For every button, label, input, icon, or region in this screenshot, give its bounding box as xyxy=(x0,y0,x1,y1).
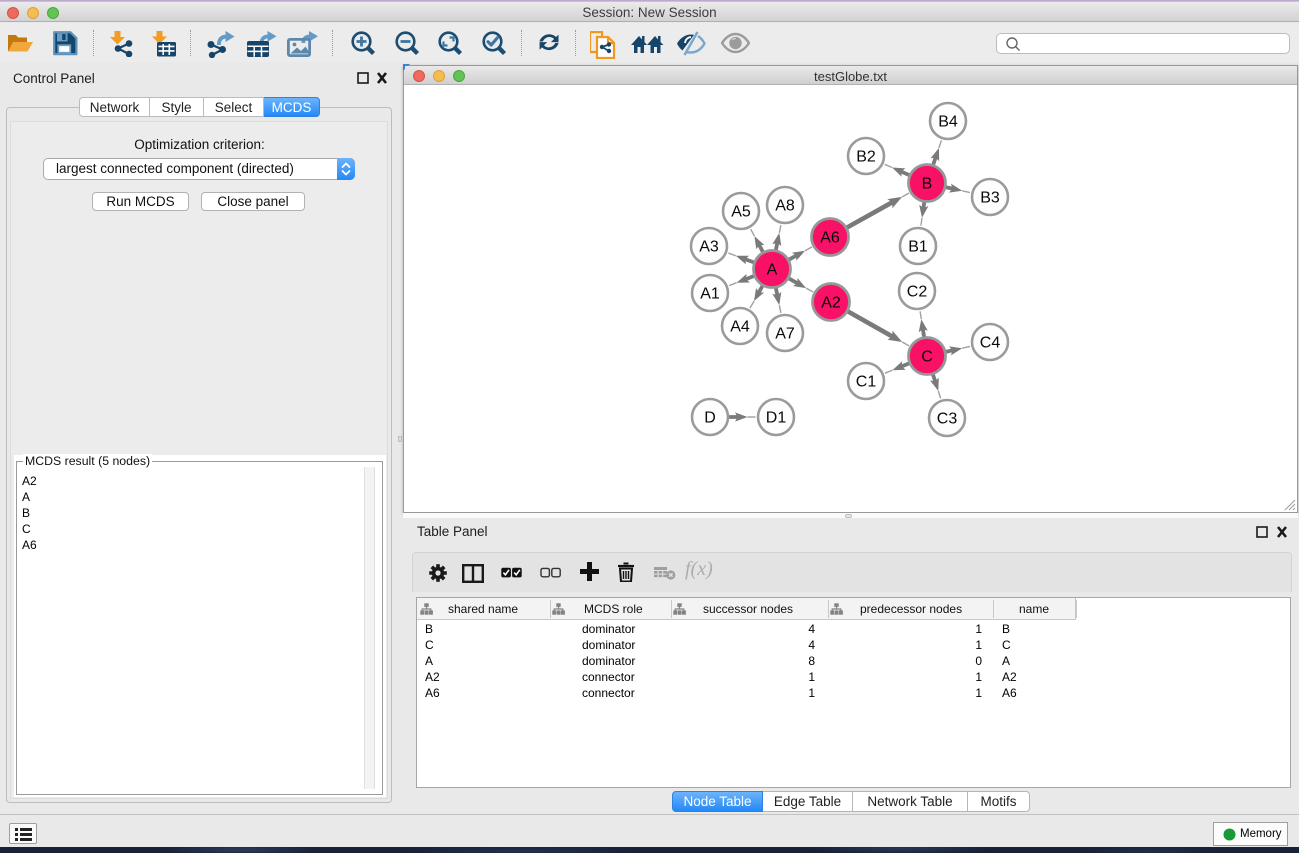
svg-text:C2: C2 xyxy=(907,284,928,301)
svg-text:D: D xyxy=(704,410,716,427)
svg-text:C3: C3 xyxy=(937,411,958,428)
svg-text:A5: A5 xyxy=(731,204,751,221)
svg-text:A1: A1 xyxy=(700,286,720,303)
svg-text:D1: D1 xyxy=(766,410,787,427)
svg-text:B: B xyxy=(922,176,933,193)
svg-text:C: C xyxy=(921,349,933,366)
svg-text:A6: A6 xyxy=(820,230,840,247)
svg-text:A7: A7 xyxy=(775,326,795,343)
svg-text:A4: A4 xyxy=(730,319,750,336)
svg-text:B4: B4 xyxy=(938,114,958,131)
svg-text:C4: C4 xyxy=(980,335,1001,352)
svg-text:A8: A8 xyxy=(775,198,795,215)
svg-text:A3: A3 xyxy=(699,239,719,256)
svg-text:A2: A2 xyxy=(821,295,841,312)
svg-text:B1: B1 xyxy=(908,239,928,256)
svg-text:B2: B2 xyxy=(856,149,876,166)
svg-text:B3: B3 xyxy=(980,190,1000,207)
svg-text:C1: C1 xyxy=(856,374,877,391)
svg-text:A: A xyxy=(767,262,778,279)
